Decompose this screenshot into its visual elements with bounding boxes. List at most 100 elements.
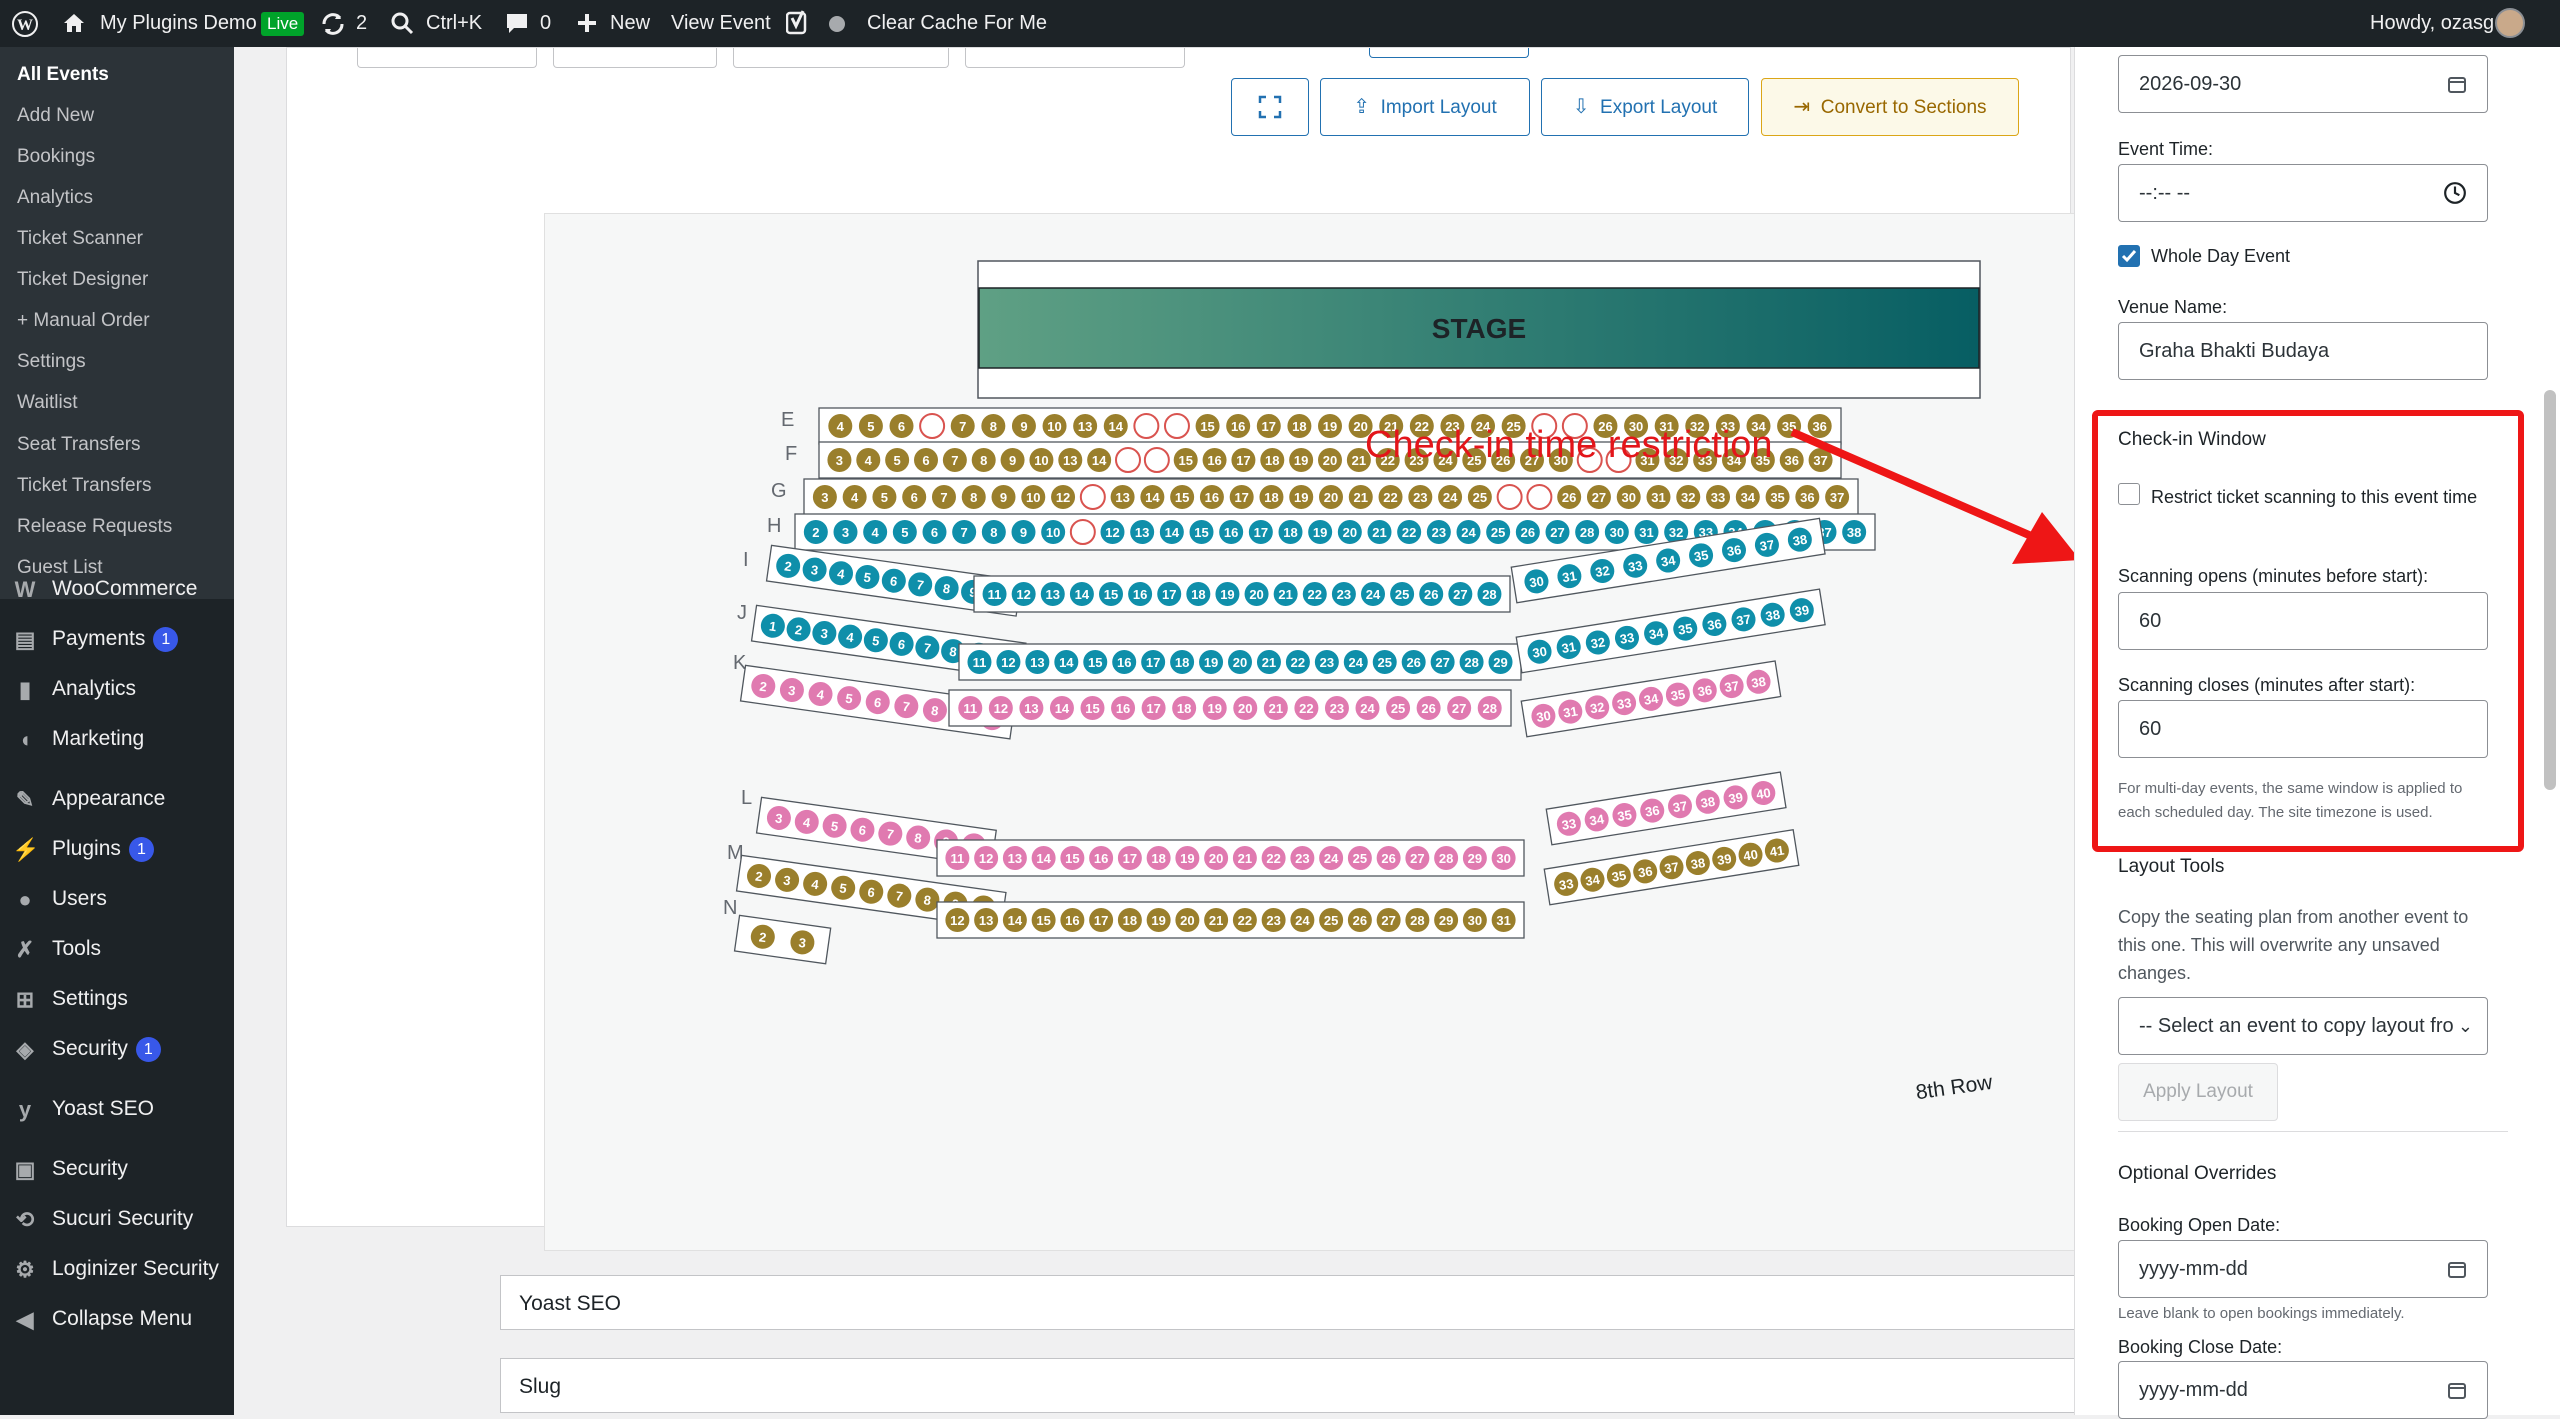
clock-icon[interactable] bbox=[2443, 181, 2467, 205]
empty-seat[interactable] bbox=[919, 413, 946, 439]
menu-item-payments[interactable]: ▤ Payments 1 bbox=[0, 614, 234, 664]
calendar-icon[interactable] bbox=[2447, 1380, 2467, 1400]
row-l-center-section[interactable]: 11 12 13 14 15 16 17 18 19 20 21 22 23 24 25 26 27 28 29 30 bbox=[936, 839, 1525, 877]
yoast-icon[interactable] bbox=[785, 0, 810, 47]
seat-number: 19 bbox=[1294, 490, 1308, 505]
seat-map-canvas[interactable]: STAGE E 4 5 6 7 8 9 10 13 14 15 16 17 18 19 20 21 22 23 24 2… bbox=[544, 213, 2262, 1251]
empty-seat[interactable] bbox=[1163, 413, 1190, 439]
seat-number: 25 bbox=[1378, 655, 1392, 670]
annotation-arrow bbox=[1790, 428, 2080, 564]
menu-item-tools[interactable]: ✗ Tools bbox=[0, 924, 234, 974]
seat-number: 21 bbox=[1269, 701, 1283, 716]
event-time-input[interactable]: --:-- -- bbox=[2118, 164, 2488, 222]
row-l-right-section[interactable]: 33 34 35 36 37 38 39 40 bbox=[1545, 771, 1787, 846]
import-layout-button[interactable]: ⇪ Import Layout bbox=[1320, 78, 1530, 136]
top-field-4[interactable] bbox=[965, 48, 1185, 68]
seat-number: 18 bbox=[1283, 525, 1297, 540]
updates-icon[interactable] bbox=[320, 0, 346, 47]
empty-seat[interactable] bbox=[1069, 519, 1096, 545]
row-j-center-section[interactable]: 11 12 13 14 15 16 17 18 19 20 21 22 23 24 25 26 27 28 29 bbox=[958, 643, 1522, 681]
whole-day-checkbox[interactable] bbox=[2118, 245, 2140, 267]
menu-item-collapse-menu[interactable]: ◀ Collapse Menu bbox=[0, 1294, 234, 1344]
submenu-waitlist[interactable]: Waitlist bbox=[17, 392, 78, 414]
top-field-1[interactable] bbox=[357, 48, 537, 68]
search-icon[interactable] bbox=[390, 0, 414, 47]
row-k-center-section[interactable]: 11 12 13 14 15 16 17 18 19 20 21 22 23 24 25 26 27 28 bbox=[948, 689, 1512, 727]
calendar-icon[interactable] bbox=[2447, 1259, 2467, 1279]
empty-seat[interactable] bbox=[1115, 447, 1141, 473]
scanning-closes-input[interactable]: 60 bbox=[2118, 700, 2488, 758]
updates-count[interactable]: 2 bbox=[356, 0, 367, 47]
submenu-add-new[interactable]: Add New bbox=[17, 105, 94, 127]
wordpress-logo-icon[interactable]: W bbox=[12, 0, 38, 47]
slug-postbox[interactable]: Slug ⌃ ⌄ ▲ bbox=[500, 1358, 2304, 1413]
fullscreen-button[interactable] bbox=[1231, 78, 1309, 136]
empty-seat[interactable] bbox=[1526, 484, 1553, 510]
submenu-bookings[interactable]: Bookings bbox=[17, 146, 95, 168]
empty-seat[interactable] bbox=[1133, 413, 1160, 439]
panel-scrollbar[interactable] bbox=[2544, 390, 2556, 790]
avatar[interactable] bbox=[2495, 8, 2525, 38]
search-shortcut[interactable]: Ctrl+K bbox=[426, 0, 482, 47]
yoast-seo-postbox[interactable]: Yoast SEO ⌃ ⌄ ▼ bbox=[500, 1275, 2304, 1330]
venue-input[interactable]: Graha Bhakti Budaya bbox=[2118, 322, 2488, 380]
seat-number: 24 bbox=[1349, 655, 1364, 670]
convert-sections-button[interactable]: ⇥ Convert to Sections bbox=[1761, 78, 2019, 136]
apply-layout-button[interactable]: Apply Layout bbox=[2118, 1063, 2278, 1121]
seat-map-svg[interactable]: STAGE E 4 5 6 7 8 9 10 13 14 15 16 17 18 19 20 21 22 23 24 2… bbox=[545, 214, 2262, 1251]
top-field-5[interactable] bbox=[1369, 48, 1529, 58]
menu-item-appearance[interactable]: ✎ Appearance bbox=[0, 774, 234, 824]
menu-item-woocommerce[interactable]: W WooCommerce bbox=[0, 564, 234, 614]
menu-item-label: Sucuri Security bbox=[52, 1207, 194, 1230]
top-field-3[interactable] bbox=[733, 48, 949, 68]
row-m-center-section[interactable]: 12 13 14 15 16 17 18 19 20 21 22 23 24 25 26 27 28 29 30 31 bbox=[936, 901, 1525, 939]
site-name-link[interactable]: My Plugins Demo bbox=[100, 0, 257, 47]
menu-item-loginizer-security[interactable]: ⚙ Loginizer Security bbox=[0, 1244, 234, 1294]
seat-number: 28 bbox=[1410, 913, 1424, 928]
new-link[interactable]: New bbox=[610, 0, 650, 47]
menu-item-settings[interactable]: ⊞ Settings bbox=[0, 974, 234, 1024]
view-event-link[interactable]: View Event bbox=[671, 0, 771, 47]
empty-seat[interactable] bbox=[1496, 484, 1523, 510]
submenu-ticket-designer[interactable]: Ticket Designer bbox=[17, 269, 148, 291]
home-icon[interactable] bbox=[62, 0, 86, 47]
row-g-center-section[interactable]: 3 4 5 6 7 8 9 10 12 13 14 15 16 17 18 19 20 21 22 23 24 25 26 2… bbox=[803, 478, 1859, 516]
top-field-2[interactable] bbox=[553, 48, 717, 68]
event-date-input[interactable]: 2026-09-30 bbox=[2118, 55, 2488, 113]
menu-item-security[interactable]: ◈ Security 1 bbox=[0, 1024, 234, 1074]
menu-item-plugins[interactable]: ⚡ Plugins 1 bbox=[0, 824, 234, 874]
empty-seat[interactable] bbox=[1143, 447, 1170, 473]
menu-item-sucuri-security[interactable]: ⟲ Sucuri Security bbox=[0, 1194, 234, 1244]
plus-icon[interactable] bbox=[576, 0, 598, 47]
submenu-settings[interactable]: Settings bbox=[17, 351, 86, 373]
calendar-icon[interactable] bbox=[2447, 74, 2467, 94]
submenu-ticket-transfers[interactable]: Ticket Transfers bbox=[17, 475, 151, 497]
row-n-left-section[interactable]: 23 bbox=[733, 914, 832, 965]
export-layout-button[interactable]: ⇩ Export Layout bbox=[1541, 78, 1749, 136]
submenu-manual-order[interactable]: + Manual Order bbox=[17, 310, 150, 332]
row-j-right-section[interactable]: 30 31 32 33 34 35 36 37 38 39 bbox=[1515, 588, 1826, 674]
submenu-release-requests[interactable]: Release Requests bbox=[17, 516, 172, 538]
submenu-ticket-scanner[interactable]: Ticket Scanner bbox=[17, 228, 143, 250]
howdy-user[interactable]: Howdy, ozasg bbox=[2370, 0, 2494, 47]
clear-cache-link[interactable]: Clear Cache For Me bbox=[867, 0, 1047, 47]
row-k-right-section[interactable]: 30 31 32 33 34 35 36 37 38 bbox=[1520, 660, 1782, 738]
row-i-center-section[interactable]: 11 12 13 14 15 16 17 18 19 20 21 22 23 24 25 26 27 28 bbox=[973, 575, 1511, 613]
row-m-right-section[interactable]: 33 34 35 36 37 38 39 40 41 bbox=[1543, 828, 1800, 906]
submenu-all-events[interactable]: All Events bbox=[17, 64, 109, 86]
comments-icon[interactable] bbox=[505, 0, 529, 47]
copy-layout-select[interactable]: -- Select an event to copy layout fro ⌄ bbox=[2118, 997, 2488, 1055]
menu-item-yoast-seo[interactable]: y Yoast SEO bbox=[0, 1084, 234, 1134]
scanning-opens-input[interactable]: 60 bbox=[2118, 592, 2488, 650]
row-label-j: J bbox=[737, 602, 747, 624]
menu-item-analytics[interactable]: ▮ Analytics bbox=[0, 664, 234, 714]
menu-item-users[interactable]: ● Users bbox=[0, 874, 234, 924]
menu-item-security[interactable]: ▣ Security bbox=[0, 1144, 234, 1194]
booking-close-input[interactable]: yyyy-mm-dd bbox=[2118, 1361, 2488, 1419]
menu-item-marketing[interactable]: ◖ Marketing bbox=[0, 714, 234, 764]
booking-open-input[interactable]: yyyy-mm-dd bbox=[2118, 1240, 2488, 1298]
empty-seat[interactable] bbox=[1079, 484, 1106, 510]
submenu-analytics[interactable]: Analytics bbox=[17, 187, 93, 209]
submenu-seat-transfers[interactable]: Seat Transfers bbox=[17, 434, 141, 456]
comments-count[interactable]: 0 bbox=[540, 0, 551, 47]
